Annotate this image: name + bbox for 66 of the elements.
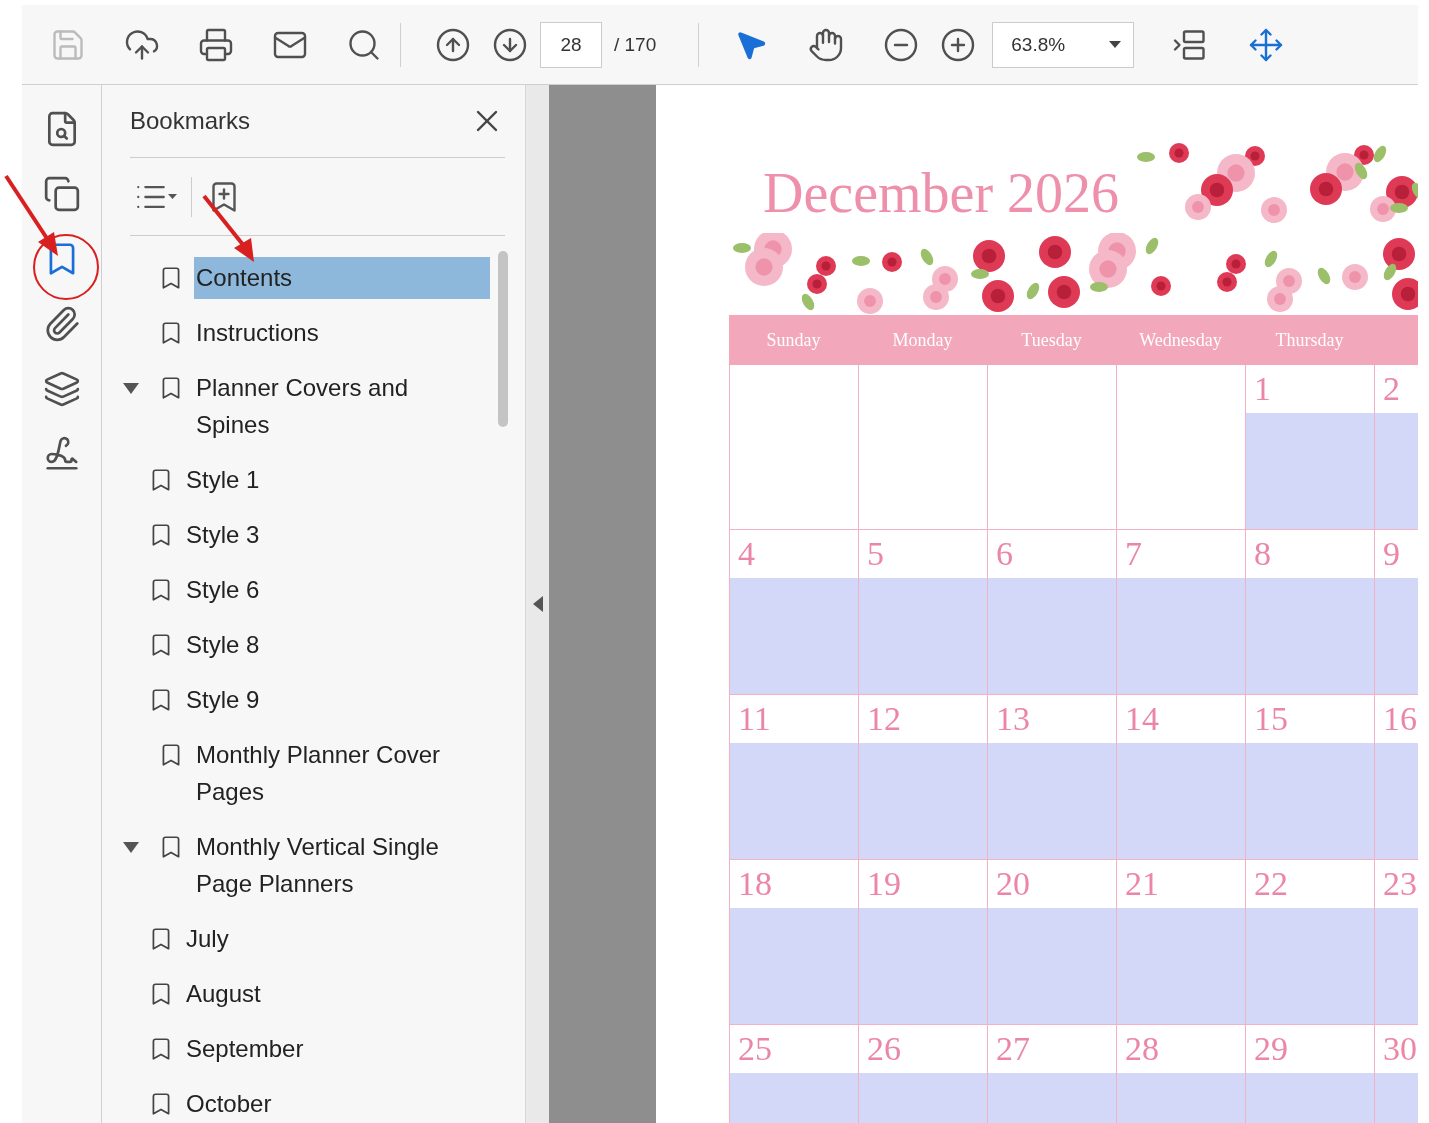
day-number: 16 — [1383, 700, 1417, 737]
hand-icon — [808, 26, 845, 63]
day-number: 21 — [1125, 865, 1159, 902]
day-number: 15 — [1254, 700, 1288, 737]
copy-icon — [42, 175, 81, 213]
day-number: 26 — [867, 1030, 901, 1067]
day-number: 1 — [1254, 370, 1271, 407]
weekday-label: Thursday — [1274, 328, 1345, 352]
day-number: 6 — [996, 535, 1013, 572]
page-number-field[interactable]: 28 — [540, 21, 602, 68]
day-number: 18 — [738, 865, 772, 902]
scrollbar-thumb[interactable] — [498, 251, 508, 427]
day-number: 27 — [996, 1030, 1030, 1067]
zoom-in-icon — [940, 26, 977, 63]
caret-icon — [168, 194, 177, 199]
caret-icon — [1109, 41, 1122, 48]
day-number: 20 — [996, 865, 1030, 902]
collapse-panel-button[interactable] — [532, 596, 543, 612]
day-number: 5 — [867, 535, 884, 572]
triangle-left-icon — [532, 596, 543, 612]
day-number: 14 — [1125, 700, 1159, 737]
bookmark-item[interactable]: September — [184, 1028, 490, 1070]
day-number: 2 — [1383, 370, 1400, 407]
bookmark-item[interactable]: October — [184, 1083, 490, 1123]
layers-icon — [42, 370, 81, 408]
day-number: 11 — [738, 700, 771, 737]
zoom-dropdown[interactable]: 63.8% — [992, 21, 1135, 68]
bookmark-item[interactable]: Style 6 — [184, 569, 490, 611]
weekday-label: Wednesday — [1138, 328, 1223, 352]
day-number: 8 — [1254, 535, 1271, 572]
bookmark-item[interactable]: Style 8 — [184, 624, 490, 666]
bookmark-item[interactable]: Planner Covers and Spines — [194, 367, 490, 446]
bookmark-item[interactable]: Instructions — [194, 312, 490, 354]
day-number: 30 — [1383, 1030, 1417, 1067]
bookmark-item[interactable]: July — [184, 918, 490, 960]
day-number: 13 — [996, 700, 1030, 737]
weekday-label: Tuesday — [1020, 328, 1083, 352]
bookmark-item[interactable]: Style 1 — [184, 459, 490, 501]
arrow-up-circle-icon — [435, 26, 471, 63]
day-number: 9 — [1383, 535, 1400, 572]
printer-icon — [198, 26, 234, 63]
day-number: 28 — [1125, 1030, 1159, 1067]
move-arrows-icon — [1248, 26, 1285, 63]
annotation-arrow — [202, 194, 254, 262]
bookmark-item[interactable]: August — [184, 973, 490, 1015]
page-total: / 170 — [614, 33, 657, 56]
bookmark-item[interactable]: Monthly Planner Cover Pages — [194, 734, 490, 813]
bookmark-item[interactable]: Contents — [194, 257, 490, 299]
calendar-title: December 2026 — [763, 161, 1120, 225]
zoom-out-icon — [883, 26, 920, 63]
day-number: 25 — [738, 1030, 772, 1067]
day-number: 22 — [1254, 865, 1288, 902]
day-number: 29 — [1254, 1030, 1288, 1067]
day-number: 7 — [1125, 535, 1142, 572]
arrow-down-circle-icon — [492, 26, 528, 63]
bookmark-item[interactable]: Style 9 — [184, 679, 490, 721]
day-number: 23 — [1383, 865, 1417, 902]
bookmark-item[interactable]: Monthly Vertical Single Page Planners — [194, 826, 490, 905]
day-number: 4 — [738, 535, 755, 572]
weekday-label: Sunday — [765, 328, 822, 352]
bookmark-item[interactable]: Style 3 — [184, 514, 490, 556]
annotation-circle — [33, 234, 99, 300]
weekday-label: Monday — [891, 328, 954, 352]
day-number: 12 — [867, 700, 901, 737]
day-number: 19 — [867, 865, 901, 902]
panel-title: Bookmarks — [130, 107, 251, 135]
